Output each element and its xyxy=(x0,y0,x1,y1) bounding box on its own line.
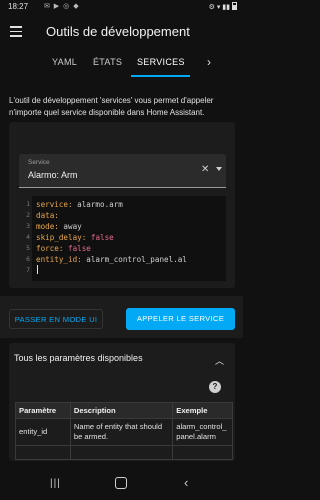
line-number: 3 xyxy=(26,222,30,230)
yaml-value: false xyxy=(63,244,91,253)
tab-bar: YAML ÉTATS SERVICES › xyxy=(0,53,243,77)
help-icon[interactable]: ? xyxy=(209,381,221,393)
table-row xyxy=(15,445,233,460)
code-text: skip_delay: false xyxy=(36,232,114,243)
code-line[interactable]: 7 xyxy=(19,265,226,276)
yaml-value: away xyxy=(58,222,82,231)
column-header-parametre: Paramètre xyxy=(15,402,71,419)
status-time: 18:27 xyxy=(8,2,29,11)
line-number: 6 xyxy=(26,255,30,263)
column-header-exemple: Exemple xyxy=(172,402,233,419)
text-cursor xyxy=(37,265,38,274)
back-icon[interactable]: ‹ xyxy=(184,475,188,490)
table-row: entity_id Name of entity that should be … xyxy=(15,418,233,446)
table-header-row: Paramètre Description Exemple xyxy=(15,402,233,419)
yaml-key: mode: xyxy=(36,222,59,231)
services-description: L'outil de développement 'services' vous… xyxy=(9,96,214,117)
code-text xyxy=(36,265,38,276)
param-description-cell: Name of entity that should be armed. xyxy=(69,418,174,446)
yaml-key: force: xyxy=(36,244,64,253)
column-header-description: Description xyxy=(69,402,174,419)
parameters-table: Paramètre Description Exemple entity_id … xyxy=(15,402,233,460)
parameters-title[interactable]: Tous les paramètres disponibles xyxy=(14,353,143,363)
yaml-key: data: xyxy=(36,211,59,220)
line-number: 7 xyxy=(26,266,30,274)
code-text: service: alarmo.arm xyxy=(36,199,123,210)
menu-icon[interactable] xyxy=(10,26,22,38)
code-line[interactable]: 5 force: false xyxy=(19,243,226,254)
service-select-label: Service xyxy=(28,159,50,166)
line-number: 5 xyxy=(26,244,30,252)
line-number: 2 xyxy=(26,211,30,219)
param-example-cell: alarm_control_panel.alarm xyxy=(172,418,233,446)
chevron-right-icon[interactable]: › xyxy=(207,55,211,69)
line-number: 4 xyxy=(26,233,30,241)
switch-ui-mode-button[interactable]: PASSER EN MODE UI xyxy=(9,309,103,329)
code-line[interactable]: 6 entity_id: alarm_control_panel.al xyxy=(19,254,226,265)
yaml-key: entity_id: xyxy=(36,255,82,264)
tab-etats[interactable]: ÉTATS xyxy=(93,57,122,67)
param-name-cell xyxy=(15,445,71,460)
app-header: Outils de développement YAML ÉTATS SERVI… xyxy=(0,13,243,77)
status-bar: 18:27 ✉ ▶ ◎ ◆ ⚙ ▾ ▮▮ xyxy=(0,0,243,13)
recent-apps-icon[interactable]: ||| xyxy=(50,478,61,489)
code-text: data: xyxy=(36,210,59,221)
yaml-value: alarm_control_panel.al xyxy=(81,255,187,264)
code-line[interactable]: 4 skip_delay: false xyxy=(19,232,226,243)
service-select-value: Alarmo: Arm xyxy=(28,170,78,180)
page-title: Outils de développement xyxy=(46,24,190,39)
system-navigation-bar: ||| ‹ xyxy=(0,466,243,500)
code-text: mode: away xyxy=(36,221,82,232)
yaml-key: service: xyxy=(36,200,73,209)
code-text: force: false xyxy=(36,243,91,254)
line-number: 1 xyxy=(26,200,30,208)
param-example-cell xyxy=(172,445,233,460)
yaml-value: false xyxy=(86,233,114,242)
service-card: Service Alarmo: Arm ✕ 1 service: alarmo.a… xyxy=(9,122,235,288)
service-select[interactable]: Service Alarmo: Arm ✕ xyxy=(19,154,226,188)
parameters-card: Tous les paramètres disponibles ︿ ? Para… xyxy=(9,343,235,461)
chevron-up-icon[interactable]: ︿ xyxy=(215,354,224,367)
param-name-cell: entity_id xyxy=(15,418,71,446)
code-line[interactable]: 2 data: xyxy=(19,210,226,221)
actions-bar: PASSER EN MODE UI APPELER LE SERVICE xyxy=(0,296,243,338)
notification-icons: ✉ ▶ ◎ ◆ xyxy=(44,3,80,10)
clear-icon[interactable]: ✕ xyxy=(201,164,209,175)
dropdown-arrow-icon[interactable] xyxy=(216,167,222,171)
code-text: entity_id: alarm_control_panel.al xyxy=(36,254,187,265)
code-line[interactable]: 1 service: alarmo.arm xyxy=(19,199,226,210)
code-line[interactable]: 3 mode: away xyxy=(19,221,226,232)
tab-services[interactable]: SERVICES xyxy=(137,57,185,67)
yaml-code-editor[interactable]: 1 service: alarmo.arm 2 data: 3 mode: away 4 … xyxy=(19,196,226,281)
battery-icon xyxy=(232,2,237,10)
system-icons: ⚙ ▾ ▮▮ xyxy=(209,2,237,11)
active-tab-indicator xyxy=(131,75,190,77)
wifi-signal-icon: ⚙ ▾ ▮▮ xyxy=(208,4,230,11)
home-icon[interactable] xyxy=(115,477,127,489)
yaml-key: skip_delay: xyxy=(36,233,87,242)
call-service-button[interactable]: APPELER LE SERVICE xyxy=(126,308,235,330)
tab-yaml[interactable]: YAML xyxy=(52,57,77,67)
yaml-value: alarmo.arm xyxy=(72,200,123,209)
param-description-cell xyxy=(69,445,174,460)
